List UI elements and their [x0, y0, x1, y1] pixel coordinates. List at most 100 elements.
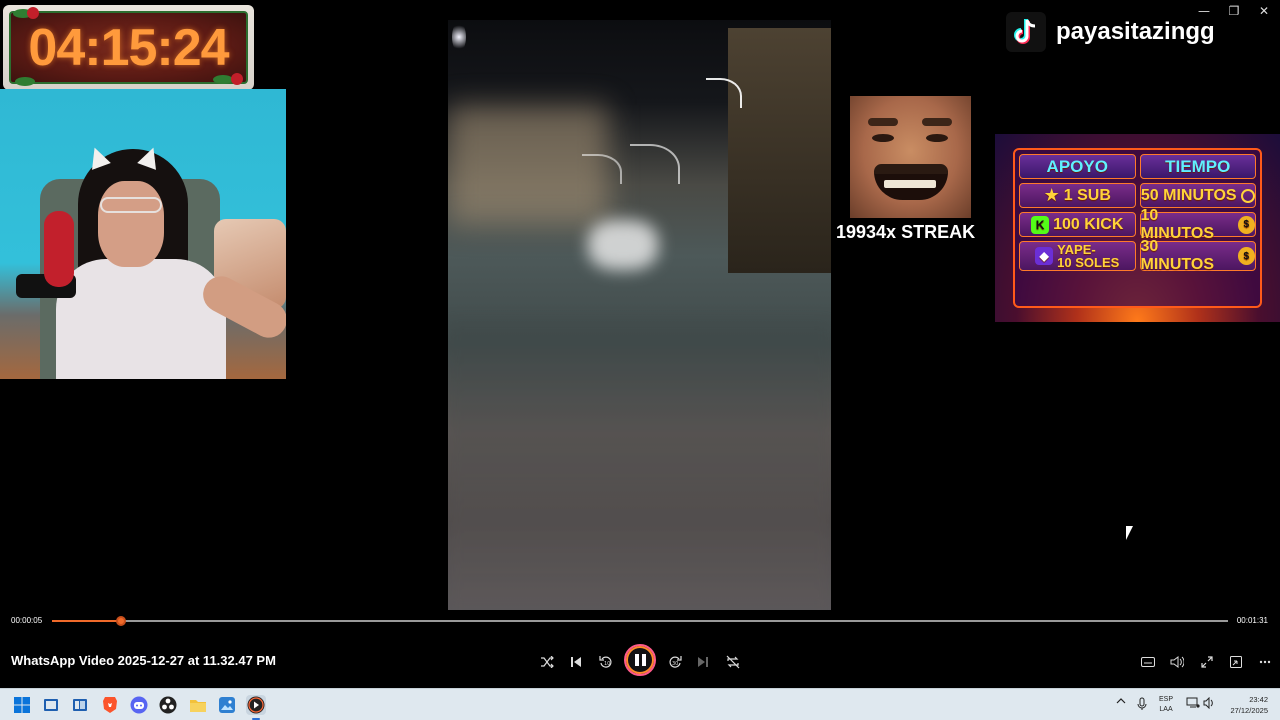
repeat-button[interactable]: [722, 652, 744, 672]
player-controls: WhatsApp Video 2025-12-27 at 11.32.47 PM…: [0, 635, 1280, 687]
support-item: 100 KICK: [1053, 215, 1124, 233]
support-table-header: APOYO TIEMPO: [1019, 154, 1256, 179]
task-view-icon: [44, 699, 58, 711]
support-header-tiempo: TIEMPO: [1139, 154, 1256, 179]
clock-icon: [1240, 188, 1255, 203]
clock-time: 23:42: [1249, 695, 1268, 704]
speaker-button[interactable]: [1203, 696, 1215, 712]
chevron-up-icon: [1116, 698, 1126, 704]
support-item: 1 SUB: [1063, 186, 1111, 204]
rewind-button[interactable]: 10: [595, 652, 617, 672]
support-row: ★ 1 SUB 50 MINUTOS: [1019, 183, 1256, 208]
svg-text:30: 30: [672, 661, 678, 667]
microphone-icon: [1137, 697, 1147, 710]
video-light-streak: [630, 144, 680, 184]
widgets-button[interactable]: [70, 695, 90, 715]
brave-icon: [103, 697, 117, 713]
holly-leaf-icon: [15, 77, 35, 86]
captions-icon: [1141, 657, 1155, 667]
video-building: [728, 28, 831, 273]
system-clock[interactable]: 23:42 27/12/2025: [1222, 694, 1268, 716]
media-player-button[interactable]: [246, 695, 266, 720]
support-time: 30 MINUTOS: [1140, 238, 1214, 273]
network-button[interactable]: [1186, 697, 1200, 712]
windows-start-icon: [14, 697, 30, 713]
seek-thumb[interactable]: [116, 616, 127, 626]
photos-button[interactable]: [217, 695, 237, 715]
kick-icon: K: [1031, 215, 1050, 234]
brave-button[interactable]: [100, 695, 120, 715]
discord-icon: [130, 696, 148, 714]
tiktok-username: payasitazingg: [1056, 18, 1215, 45]
captions-button[interactable]: [1137, 652, 1159, 672]
mouse-cursor-icon: [1126, 526, 1133, 540]
webcam-body: [56, 259, 226, 379]
minimize-button[interactable]: —: [1192, 3, 1216, 19]
language-indicator[interactable]: ESP LAA: [1159, 695, 1173, 715]
support-item: YAPE- 10 SOLES: [1057, 242, 1120, 270]
network-icon: [1186, 697, 1200, 708]
file-explorer-button[interactable]: [188, 695, 208, 715]
next-button[interactable]: [692, 652, 714, 672]
seek-track[interactable]: [52, 616, 1228, 626]
yape-icon: ◆: [1035, 247, 1054, 265]
seek-bar[interactable]: 00:00:05 00:01:31: [0, 612, 1280, 632]
current-time: 00:00:05: [11, 616, 43, 625]
countdown-timer: 04:15:24: [3, 5, 254, 90]
widgets-icon: [73, 699, 87, 711]
support-panel: APOYO TIEMPO ★ 1 SUB 50 MINUTOS K 100 KICK…: [995, 134, 1280, 322]
obs-button[interactable]: [158, 695, 178, 715]
holly-leaf-icon: [213, 75, 233, 84]
more-icon: [1259, 660, 1271, 664]
video-ground: [448, 320, 831, 610]
language-code: ESP: [1159, 696, 1174, 703]
webcam-feed: [0, 89, 286, 379]
discord-button[interactable]: [129, 695, 149, 715]
pause-icon: [634, 654, 639, 666]
taskbar: ESP LAA 23:42 27/12/2025: [0, 688, 1280, 720]
total-time: 00:01:31: [1236, 616, 1268, 625]
task-view-button[interactable]: [41, 695, 61, 715]
forward-button[interactable]: 30: [664, 652, 686, 672]
support-table: APOYO TIEMPO ★ 1 SUB 50 MINUTOS K 100 KICK…: [1013, 148, 1262, 308]
streak-face-teeth: [884, 180, 936, 188]
shuffle-button[interactable]: [536, 652, 558, 672]
forward-30-icon: 30: [669, 656, 682, 668]
more-options-button[interactable]: [1254, 652, 1276, 672]
support-time: 50 MINUTOS: [1140, 186, 1237, 204]
file-explorer-icon: [190, 700, 206, 712]
microphone-status-button[interactable]: [1137, 697, 1147, 714]
holly-berry-icon: [27, 7, 39, 19]
video-light-blob: [588, 220, 658, 270]
tiktok-logo-icon: [1006, 12, 1046, 52]
rewind-10-icon: 10: [599, 656, 612, 668]
repeat-off-icon: [726, 655, 740, 669]
miniplayer-button[interactable]: [1225, 652, 1247, 672]
streak-face-eye: [926, 134, 948, 142]
money-bag-icon: $: [1237, 247, 1255, 265]
previous-button[interactable]: [565, 652, 587, 672]
video-frame[interactable]: [448, 20, 831, 610]
obs-icon: [159, 696, 177, 714]
fullscreen-button[interactable]: [1196, 652, 1218, 672]
streak-face-brow: [868, 118, 898, 126]
close-button[interactable]: ✕: [1252, 3, 1276, 19]
streak-face-brow: [922, 118, 952, 126]
volume-button[interactable]: [1166, 652, 1188, 672]
play-pause-button[interactable]: [624, 644, 656, 676]
support-header-apoyo: APOYO: [1019, 154, 1136, 179]
windows-start-button[interactable]: [12, 695, 32, 715]
video-title: WhatsApp Video 2025-12-27 at 11.32.47 PM: [11, 653, 276, 668]
volume-icon: [1170, 656, 1184, 668]
countdown-value: 04:15:24: [28, 18, 229, 77]
seek-progress: [52, 620, 122, 622]
tiktok-brand: payasitazingg: [1006, 12, 1215, 52]
show-hidden-icons-button[interactable]: [1116, 697, 1126, 708]
pause-icon-bar: [641, 654, 646, 666]
photos-icon: [219, 697, 235, 713]
next-icon: [698, 657, 708, 667]
restore-button[interactable]: ❐: [1222, 3, 1246, 19]
video-streetlight: [452, 22, 466, 52]
support-row: ◆ YAPE- 10 SOLES 30 MINUTOS $: [1019, 238, 1256, 273]
streak-label: 19934x STREAK: [836, 222, 976, 242]
